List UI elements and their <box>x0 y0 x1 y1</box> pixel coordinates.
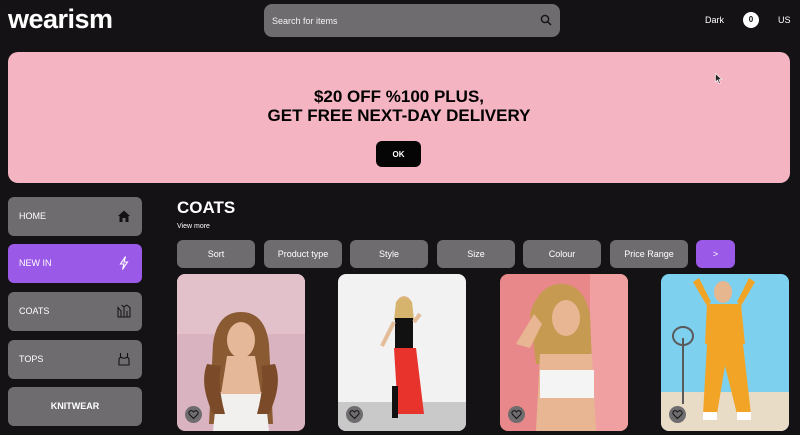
sidebar-item-new-in[interactable]: NEW IN <box>8 244 142 283</box>
favorite-button[interactable] <box>669 406 686 423</box>
promo-headline-line2: GET FREE NEXT-DAY DELIVERY <box>267 106 531 125</box>
product-card[interactable] <box>177 274 305 431</box>
filter-style[interactable]: Style <box>350 240 428 268</box>
heart-icon <box>672 410 683 420</box>
sidebar-item-label: KNITWEAR <box>50 401 100 411</box>
filter-product-type[interactable]: Product type <box>264 240 342 268</box>
heart-icon <box>349 410 360 420</box>
sidebar-item-coats[interactable]: COATS <box>8 292 142 331</box>
top-icon <box>118 353 130 366</box>
heart-icon <box>511 410 522 420</box>
promo-banner: $20 OFF %100 PLUS, GET FREE NEXT-DAY DEL… <box>8 52 790 183</box>
sidebar-item-tops[interactable]: TOPS <box>8 340 142 379</box>
mouse-cursor-icon <box>715 73 723 84</box>
sidebar-item-label: TOPS <box>19 354 44 364</box>
filter-sort[interactable]: Sort <box>177 240 255 268</box>
filter-size[interactable]: Size <box>437 240 515 268</box>
region-selector[interactable]: US <box>778 15 791 25</box>
sidebar-item-knitwear[interactable]: KNITWEAR <box>8 387 142 426</box>
filter-colour[interactable]: Colour <box>523 240 601 268</box>
view-more-link[interactable]: View more <box>177 223 210 230</box>
product-card[interactable] <box>500 274 628 431</box>
home-icon <box>118 210 130 222</box>
search-bar[interactable] <box>264 4 560 37</box>
promo-ok-button[interactable]: OK <box>376 141 421 167</box>
search-input[interactable] <box>272 4 532 37</box>
favorite-button[interactable] <box>346 406 363 423</box>
search-icon[interactable] <box>540 14 552 26</box>
heart-icon <box>188 410 199 420</box>
coat-icon <box>117 304 131 318</box>
product-card[interactable] <box>661 274 789 431</box>
cart-count-badge[interactable]: 0 <box>743 12 759 28</box>
sidebar-item-home[interactable]: HOME <box>8 197 142 236</box>
theme-toggle[interactable]: Dark <box>705 15 724 25</box>
sidebar-item-label: COATS <box>19 306 50 316</box>
lightning-icon <box>119 256 129 270</box>
sidebar-item-label: HOME <box>19 211 46 221</box>
sidebar-item-label: NEW IN <box>19 258 52 268</box>
favorite-button[interactable] <box>508 406 525 423</box>
page-title: COATS <box>177 198 236 217</box>
product-card[interactable] <box>338 274 466 431</box>
favorite-button[interactable] <box>185 406 202 423</box>
filter-price-range[interactable]: Price Range <box>610 240 688 268</box>
filter-next-button[interactable]: > <box>696 240 735 268</box>
logo[interactable]: wearism <box>8 4 113 35</box>
promo-headline-line1: $20 OFF %100 PLUS, <box>313 87 485 106</box>
